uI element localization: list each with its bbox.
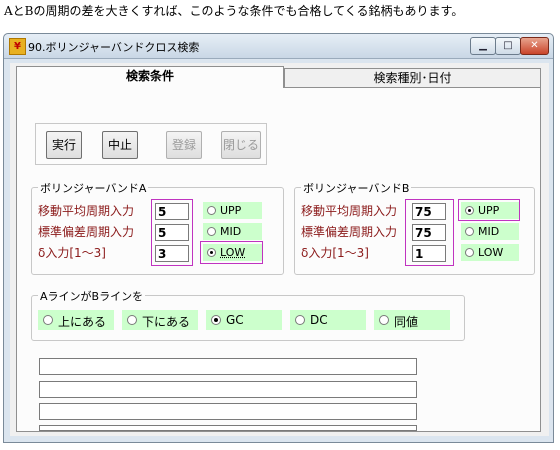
band-b-delta-input[interactable]: 1: [412, 245, 446, 262]
tab-search-type-date[interactable]: 検索種別･日付: [284, 68, 541, 87]
relation-above-radio[interactable]: 上にある: [38, 310, 114, 330]
band-b-option-highlight: [458, 199, 520, 221]
result-row[interactable]: [39, 358, 417, 375]
band-b-mid-radio[interactable]: MID: [461, 223, 519, 240]
band-a-delta-label: δ入力[1～3]: [38, 246, 106, 260]
band-a-sd-label: 標準偏差周期入力: [38, 225, 135, 239]
close-window-button[interactable]: ✕: [520, 37, 549, 55]
band-b-delta-label: δ入力[1～3]: [301, 246, 369, 260]
radio-dot-icon: [465, 248, 474, 257]
result-row[interactable]: [39, 425, 417, 431]
close-button[interactable]: 閉じる: [221, 131, 261, 159]
page-caption: AとBの周期の差を大きくすれば、このような条件でも合格してくる銘柄もあります。: [4, 4, 464, 18]
tab-search-conditions[interactable]: 検索条件: [16, 66, 284, 88]
band-a-upp-radio[interactable]: UPP: [203, 202, 262, 219]
run-button[interactable]: 実行: [46, 131, 82, 159]
radio-dot-icon: [43, 315, 53, 325]
radio-dot-icon: [465, 227, 474, 236]
search-window: ¥ 90.ボリンジャーバンドクロス検索 ▁ □ ✕ 検索条件 検索種別･日付 実…: [3, 33, 554, 443]
relation-gc-radio[interactable]: GC: [206, 310, 282, 330]
band-a-ma-label: 移動平均周期入力: [38, 204, 135, 218]
band-a-legend: ボリンジャーバンドA: [38, 180, 149, 196]
band-b-group: ボリンジャーバンドB 移動平均周期入力 標準偏差周期入力 δ入力[1～3] 75…: [294, 180, 535, 275]
band-b-low-radio[interactable]: LOW: [461, 244, 519, 261]
radio-selected-icon: [211, 315, 221, 325]
band-b-sd-input[interactable]: 75: [412, 224, 446, 241]
stop-button[interactable]: 中止: [102, 131, 138, 159]
radio-dot-icon: [207, 227, 216, 236]
result-row[interactable]: [39, 381, 417, 398]
relation-group: AラインがBラインを 上にある 下にある GC DC 同値: [31, 288, 465, 341]
radio-dot-icon: [379, 315, 389, 325]
band-b-sd-label: 標準偏差周期入力: [301, 225, 398, 239]
window-title: 90.ボリンジャーバンドクロス検索: [28, 41, 200, 54]
title-bar[interactable]: ¥ 90.ボリンジャーバンドクロス検索 ▁ □ ✕: [4, 34, 553, 59]
action-button-group: 実行 中止 登録 閉じる: [35, 123, 267, 165]
band-b-ma-input[interactable]: 75: [412, 203, 446, 220]
radio-dot-icon: [127, 315, 137, 325]
relation-equal-radio[interactable]: 同値: [374, 310, 450, 330]
band-b-legend: ボリンジャーバンドB: [301, 180, 412, 196]
result-row[interactable]: [39, 403, 417, 420]
app-icon: ¥: [9, 38, 26, 55]
band-a-option-highlight: [200, 241, 263, 264]
band-a-sd-input[interactable]: 5: [155, 224, 189, 241]
relation-legend: AラインがBラインを: [38, 288, 146, 304]
band-b-ma-label: 移動平均周期入力: [301, 204, 398, 218]
minimize-button[interactable]: ▁: [470, 37, 496, 55]
radio-dot-icon: [207, 206, 216, 215]
band-a-delta-input[interactable]: 3: [155, 245, 189, 262]
band-a-mid-radio[interactable]: MID: [203, 223, 262, 240]
search-conditions-panel: 実行 中止 登録 閉じる ボリンジャーバンドA 移動平均周期入力 標準偏差周期入…: [16, 87, 541, 432]
band-a-ma-input[interactable]: 5: [155, 203, 189, 220]
radio-dot-icon: [295, 315, 305, 325]
maximize-button[interactable]: □: [495, 37, 521, 55]
band-a-group: ボリンジャーバンドA 移動平均周期入力 標準偏差周期入力 δ入力[1～3] 5 …: [31, 180, 284, 275]
relation-dc-radio[interactable]: DC: [290, 310, 366, 330]
relation-below-radio[interactable]: 下にある: [122, 310, 198, 330]
register-button[interactable]: 登録: [166, 131, 202, 159]
client-area: 検索条件 検索種別･日付 実行 中止 登録 閉じる ボリンジャーバンドA 移動平…: [10, 63, 549, 436]
